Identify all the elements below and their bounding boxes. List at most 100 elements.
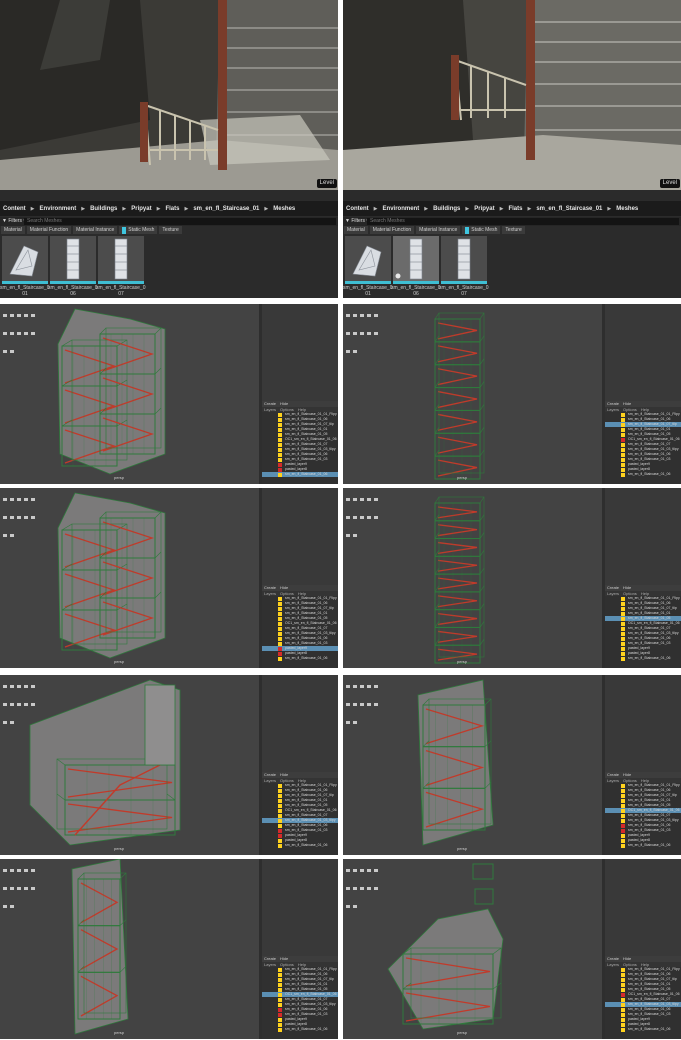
filter-material-function-label: Material Function [29, 227, 69, 233]
layer-color-icon [278, 611, 282, 616]
scene-explorer-row[interactable]: sm_en_fl_Staircase_01_06 [262, 1027, 338, 1032]
breadcrumb-buildings[interactable]: Buildings [90, 206, 117, 212]
scene-explorer-menu-item[interactable]: Layers [607, 778, 619, 783]
filter-texture[interactable]: Texture [159, 226, 182, 234]
breadcrumb-pripyat[interactable]: Pripyat [474, 206, 494, 212]
filter-material[interactable]: Material [1, 226, 25, 234]
breadcrumb-separator-icon[interactable]: ▶ [81, 206, 85, 212]
level-button[interactable]: Level [316, 179, 337, 188]
breadcrumb-separator-icon[interactable]: ▶ [264, 206, 268, 212]
asset-thumbnail-06[interactable] [50, 236, 96, 284]
filter-material-function[interactable]: Material Function [369, 226, 415, 234]
asset-suffix: 01 [22, 291, 28, 297]
filter-material[interactable]: Material [344, 226, 368, 234]
scene-explorer-row[interactable]: sm_en_fl_Staircase_01_06 [605, 472, 681, 477]
breadcrumb-buildings[interactable]: Buildings [433, 206, 460, 212]
asset-grid: sm_en_fl_Staircase_01_ 01 sm_en_fl_Stairc… [343, 236, 681, 298]
scene-explorer-menu-item[interactable]: Layers [607, 591, 619, 596]
breadcrumb-content[interactable]: Content [346, 206, 369, 212]
breadcrumb-staircase[interactable]: sm_en_fl_Staircase_01 [193, 206, 259, 212]
scene-explorer-row[interactable]: sm_en_fl_Staircase_01_06 [262, 656, 338, 661]
breadcrumb-separator-icon[interactable]: ▶ [374, 206, 378, 212]
breadcrumb-separator-icon[interactable]: ▶ [157, 206, 161, 212]
search-meshes-input[interactable]: Search Meshes [367, 218, 679, 225]
breadcrumb-content[interactable]: Content [3, 206, 26, 212]
asset-thumbnail-06[interactable] [393, 236, 439, 284]
filter-texture-label: Texture [505, 227, 522, 233]
layer-color-icon [621, 1027, 625, 1032]
wireframe-viewport[interactable]: persp [343, 488, 602, 668]
scene-explorer-row-label: sm_en_fl_Staircase_01_06 [285, 1027, 328, 1031]
scene-explorer-menu-item[interactable]: Layers [264, 778, 276, 783]
breadcrumb-separator-icon[interactable]: ▶ [500, 206, 504, 212]
layer-color-icon [278, 798, 282, 803]
filter-material-function[interactable]: Material Function [26, 226, 72, 234]
scene-explorer-row[interactable]: sm_en_fl_Staircase_01_06 [605, 1027, 681, 1032]
scene-explorer-menu-item[interactable]: Layers [264, 962, 276, 967]
breadcrumb-separator-icon[interactable]: ▶ [424, 206, 428, 212]
wireframe-viewport[interactable]: persp [0, 488, 259, 668]
breadcrumb-environment[interactable]: Environment [40, 206, 77, 212]
scene-explorer-menu-item[interactable]: Layers [264, 407, 276, 412]
breadcrumb-separator-icon[interactable]: ▶ [31, 206, 35, 212]
layer-color-icon [621, 601, 625, 606]
layer-color-icon [278, 843, 282, 848]
wireframe-viewport[interactable]: persp [343, 859, 602, 1039]
filters-button[interactable]: ▼ Filters ▾ [345, 218, 369, 225]
breadcrumb-separator-icon[interactable]: ▶ [607, 206, 611, 212]
filters-button[interactable]: ▼ Filters ▾ [2, 218, 26, 225]
breadcrumb-separator-icon[interactable]: ▶ [527, 206, 531, 212]
filter-material-instance[interactable]: Material Instance [73, 226, 118, 234]
layer-color-icon [621, 412, 625, 417]
wireframe-viewport[interactable]: persp [0, 859, 259, 1039]
layer-color-icon [278, 823, 282, 828]
max-viewport-panel: persp Create Hide Layers Options Help sm_en_fl… [343, 859, 681, 1039]
wireframe-viewport[interactable]: persp [0, 675, 259, 855]
breadcrumb-staircase[interactable]: sm_en_fl_Staircase_01 [536, 206, 602, 212]
level-button[interactable]: Level [659, 179, 680, 188]
breadcrumb-separator-icon[interactable]: ▶ [122, 206, 126, 212]
breadcrumb-flats[interactable]: Flats [165, 206, 179, 212]
layer-color-icon [278, 788, 282, 793]
layer-color-icon [621, 1002, 625, 1007]
layer-color-icon [621, 656, 625, 661]
asset-thumbnail-07[interactable] [441, 236, 487, 284]
breadcrumb-separator-icon[interactable]: ▶ [465, 206, 469, 212]
breadcrumb-meshes[interactable]: Meshes [273, 206, 295, 212]
layer-color-icon [278, 437, 282, 442]
scene-explorer-row[interactable]: sm_en_fl_Staircase_01_06 [262, 843, 338, 848]
layer-color-icon [278, 472, 282, 477]
asset-thumbnail-01[interactable] [345, 236, 391, 284]
breadcrumb-flats[interactable]: Flats [508, 206, 522, 212]
scene-explorer-row[interactable]: sm_en_fl_Staircase_01_06 [262, 472, 338, 477]
search-meshes-input[interactable]: Search Meshes [24, 218, 336, 225]
breadcrumb-meshes[interactable]: Meshes [616, 206, 638, 212]
breadcrumb-separator-icon[interactable]: ▶ [184, 206, 188, 212]
breadcrumb-pripyat[interactable]: Pripyat [131, 206, 151, 212]
staircase-wireframe: persp [434, 312, 485, 480]
scene-explorer-menu-item[interactable]: Layers [264, 591, 276, 596]
layer-color-icon [278, 1017, 282, 1022]
static-mesh-color-swatch-icon [122, 226, 127, 234]
filter-material-instance[interactable]: Material Instance [416, 226, 461, 234]
filter-texture[interactable]: Texture [502, 226, 525, 234]
layer-color-icon [278, 631, 282, 636]
asset-thumbnail-07[interactable] [98, 236, 144, 284]
asset-thumbnail-01[interactable] [2, 236, 48, 284]
wireframe-viewport[interactable]: persp [343, 304, 602, 484]
layer-color-icon [621, 427, 625, 432]
layer-color-icon [621, 803, 625, 808]
scene-explorer-row[interactable]: sm_en_fl_Staircase_01_06 [605, 656, 681, 661]
scene-explorer-row-label: sm_en_fl_Staircase_01_06 [628, 843, 671, 847]
filter-static-mesh[interactable]: Static Mesh [462, 226, 501, 234]
wireframe-viewport[interactable]: persp [343, 675, 602, 855]
filter-static-mesh[interactable]: Static Mesh [119, 226, 158, 234]
layer-color-icon [621, 793, 625, 798]
layer-color-icon [621, 788, 625, 793]
scene-explorer-row[interactable]: sm_en_fl_Staircase_01_06 [605, 843, 681, 848]
scene-explorer-menu-item[interactable]: Layers [607, 962, 619, 967]
breadcrumb-environment[interactable]: Environment [383, 206, 420, 212]
scene-explorer-menu-item[interactable]: Layers [607, 407, 619, 412]
layer-color-icon [621, 457, 625, 462]
wireframe-viewport[interactable]: persp [0, 304, 259, 484]
